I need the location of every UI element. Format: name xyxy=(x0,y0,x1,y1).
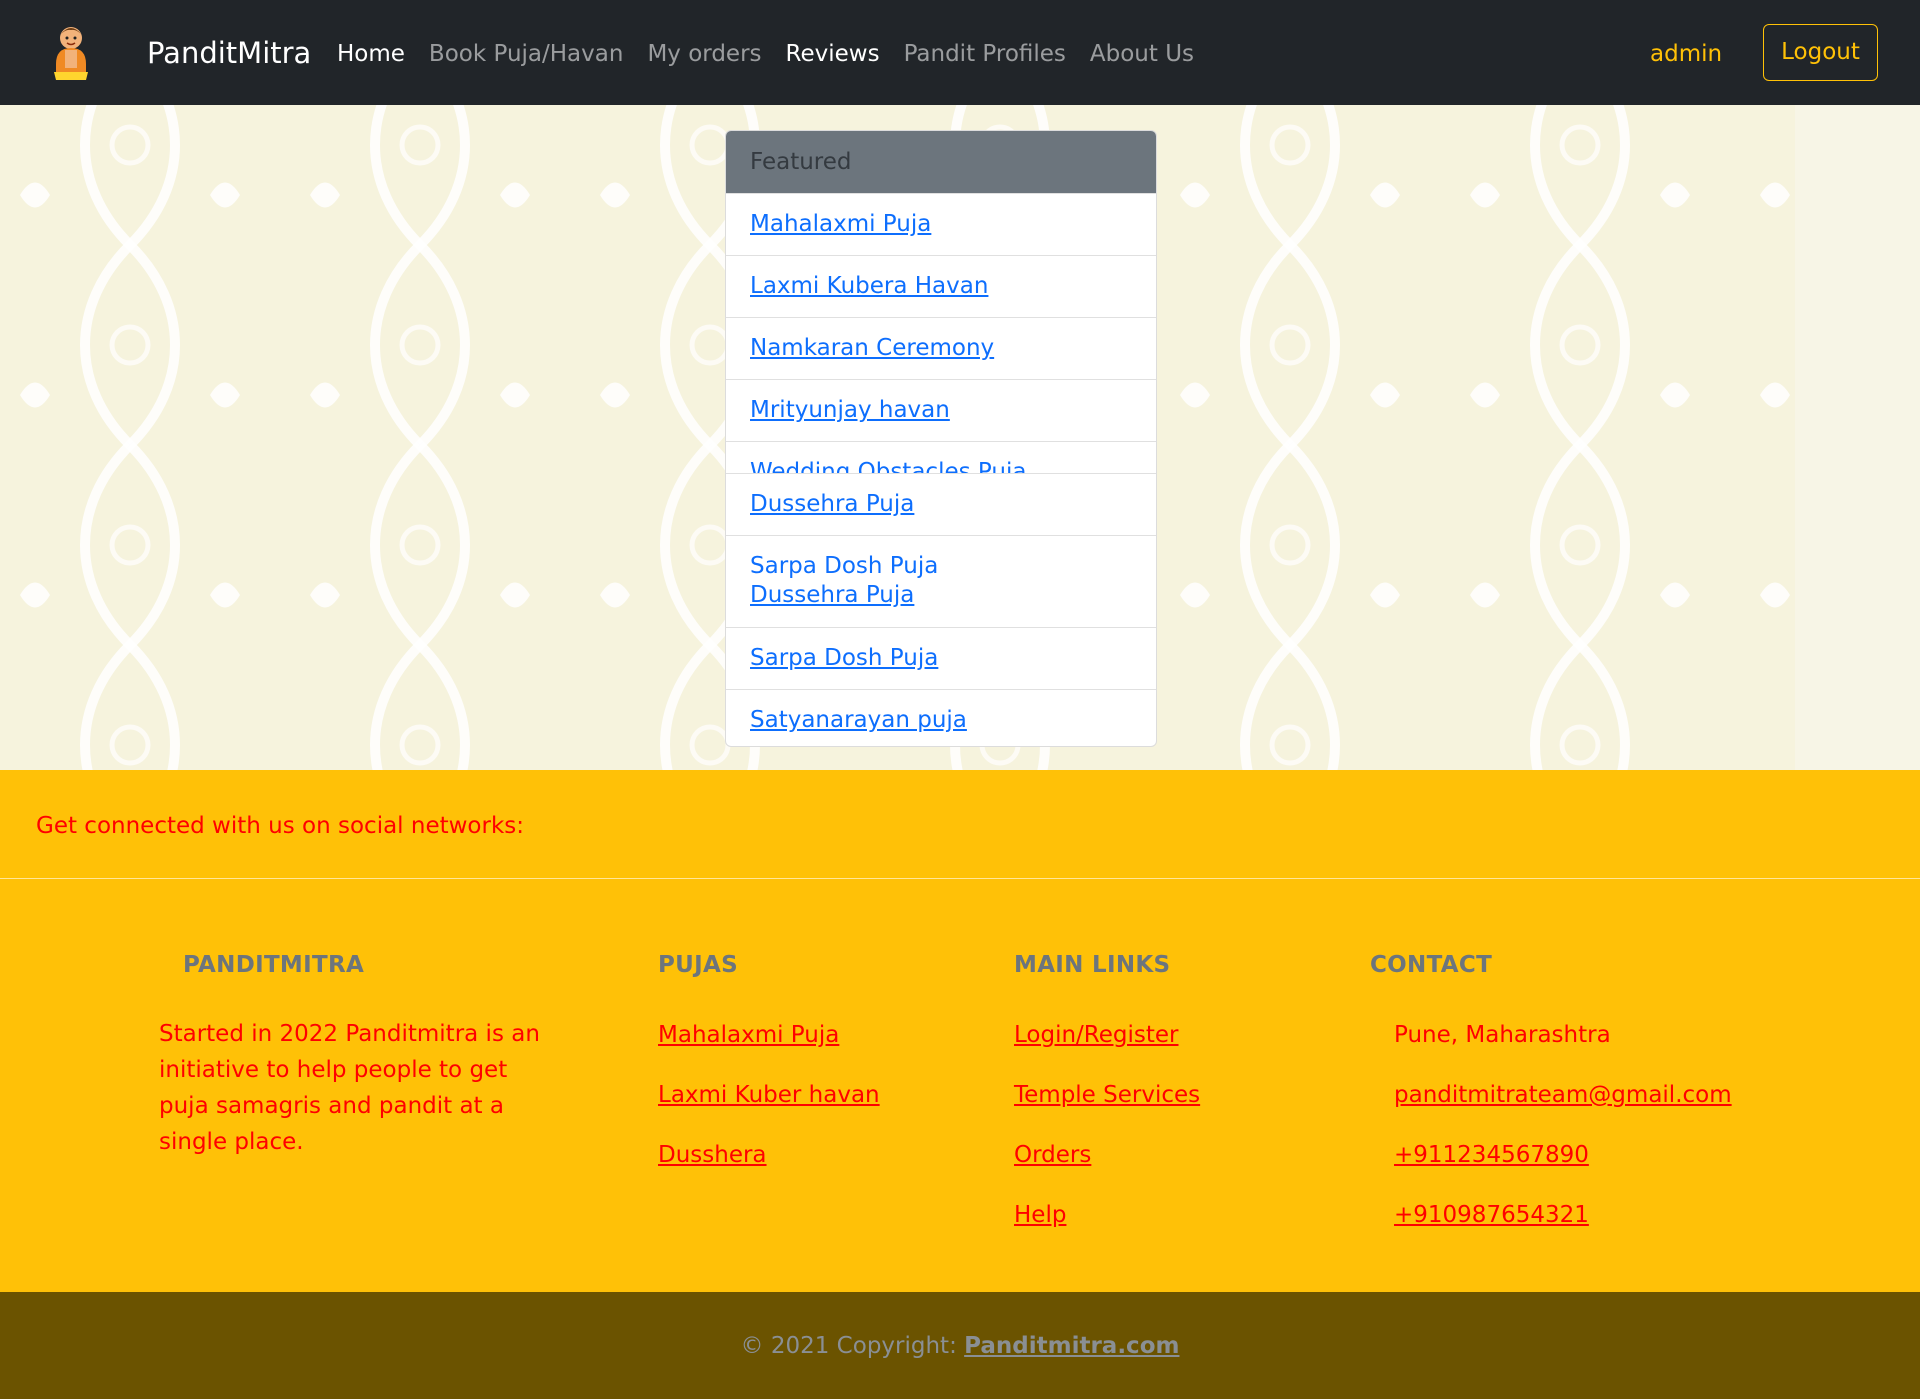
copyright-bar: © 2021 Copyright: Panditmitra.com xyxy=(0,1292,1920,1399)
featured-link-dussehra-2[interactable]: Dussehra Puja xyxy=(750,580,1156,610)
footer-link-dusshera[interactable]: Dusshera xyxy=(658,1139,767,1171)
footer-divider xyxy=(0,878,1920,879)
footer-main-links-title: MAIN LINKS xyxy=(1014,952,1171,978)
featured-link-wedding-obstacles[interactable]: Wedding Obstacles Puja xyxy=(750,456,1156,473)
top-navbar: PanditMitra Home Book Puja/Havan My orde… xyxy=(0,0,1920,105)
list-item: Mrityunjay havan xyxy=(726,379,1156,441)
footer-link-orders[interactable]: Orders xyxy=(1014,1139,1091,1171)
nav-book-puja[interactable]: Book Puja/Havan xyxy=(429,38,624,70)
footer-contact-address: Pune, Maharashtra xyxy=(1394,1022,1611,1048)
footer-link-help[interactable]: Help xyxy=(1014,1199,1066,1231)
nav-reviews[interactable]: Reviews xyxy=(786,38,880,70)
featured-link-satyanarayan[interactable]: Satyanarayan puja xyxy=(750,704,1156,736)
copyright-site-link[interactable]: Panditmitra.com xyxy=(964,1333,1179,1359)
featured-link-dussehra[interactable]: Dussehra Puja xyxy=(750,488,1156,520)
footer-about-text: Started in 2022 Panditmitra is an initia… xyxy=(159,1021,540,1155)
footer-link-laxmi-kuber[interactable]: Laxmi Kuber havan xyxy=(658,1079,880,1111)
site-footer: Get connected with us on social networks… xyxy=(0,770,1920,1292)
featured-link-sarpa-dosh-2[interactable]: Sarpa Dosh Puja xyxy=(750,642,1156,674)
nav-pandit-profiles[interactable]: Pandit Profiles xyxy=(904,38,1066,70)
featured-card-header: Featured xyxy=(726,131,1156,193)
brand-name[interactable]: PanditMitra xyxy=(147,34,311,72)
featured-link-mrityunjay[interactable]: Mrityunjay havan xyxy=(750,394,1156,426)
nav-home[interactable]: Home xyxy=(337,38,405,70)
footer-link-login-register[interactable]: Login/Register xyxy=(1014,1019,1179,1051)
list-item: Mahalaxmi Puja xyxy=(726,193,1156,255)
featured-link-sarpa-dosh[interactable]: Sarpa Dosh Puja xyxy=(750,552,1156,580)
featured-link-mahalaxmi[interactable]: Mahalaxmi Puja xyxy=(750,208,1156,240)
featured-link-namkaran[interactable]: Namkaran Ceremony xyxy=(750,332,1156,364)
main-nav: Home Book Puja/Havan My orders Reviews P… xyxy=(337,38,1218,70)
list-item: Sarpa Dosh Puja Dussehra Puja xyxy=(726,535,1156,627)
copyright-text: © 2021 Copyright: xyxy=(740,1333,965,1359)
copyright-text-row: © 2021 Copyright: Panditmitra.com xyxy=(0,1330,1920,1362)
username-link[interactable]: admin xyxy=(1650,38,1722,70)
footer-link-mahalaxmi[interactable]: Mahalaxmi Puja xyxy=(658,1019,839,1051)
footer-contact-phone-1[interactable]: +911234567890 xyxy=(1394,1139,1589,1171)
nav-my-orders[interactable]: My orders xyxy=(647,38,761,70)
footer-about-title: PANDITMITRA xyxy=(183,952,365,978)
list-item: Dussehra Puja xyxy=(726,473,1156,535)
nav-about-us[interactable]: About Us xyxy=(1090,38,1194,70)
list-item: Satyanarayan puja xyxy=(726,689,1156,746)
footer-pujas-title: PUJAS xyxy=(658,952,738,978)
logout-button[interactable]: Logout xyxy=(1763,24,1878,81)
list-item: Wedding Obstacles Puja xyxy=(726,441,1156,473)
list-item: Laxmi Kubera Havan xyxy=(726,255,1156,317)
social-networks-text: Get connected with us on social networks… xyxy=(36,813,525,839)
footer-contact-phone-2[interactable]: +910987654321 xyxy=(1394,1199,1589,1231)
panditmitra-logo-icon[interactable] xyxy=(48,24,94,82)
footer-contact-email[interactable]: panditmitrateam@gmail.com xyxy=(1394,1079,1732,1111)
footer-link-temple-services[interactable]: Temple Services xyxy=(1014,1079,1200,1111)
featured-link-laxmi-kubera[interactable]: Laxmi Kubera Havan xyxy=(750,270,1156,302)
list-item: Sarpa Dosh Puja xyxy=(726,627,1156,689)
hero-right-panel xyxy=(1795,105,1920,770)
list-item: Namkaran Ceremony xyxy=(726,317,1156,379)
footer-contact-title: CONTACT xyxy=(1370,952,1493,978)
featured-card: Featured Mahalaxmi Puja Laxmi Kubera Hav… xyxy=(725,130,1157,747)
